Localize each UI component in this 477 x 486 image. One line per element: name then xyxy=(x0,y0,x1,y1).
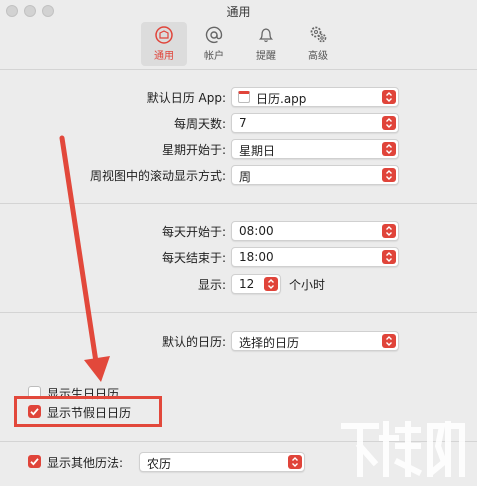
watermark-logo xyxy=(341,421,465,477)
annotation-highlight-box xyxy=(14,396,162,427)
